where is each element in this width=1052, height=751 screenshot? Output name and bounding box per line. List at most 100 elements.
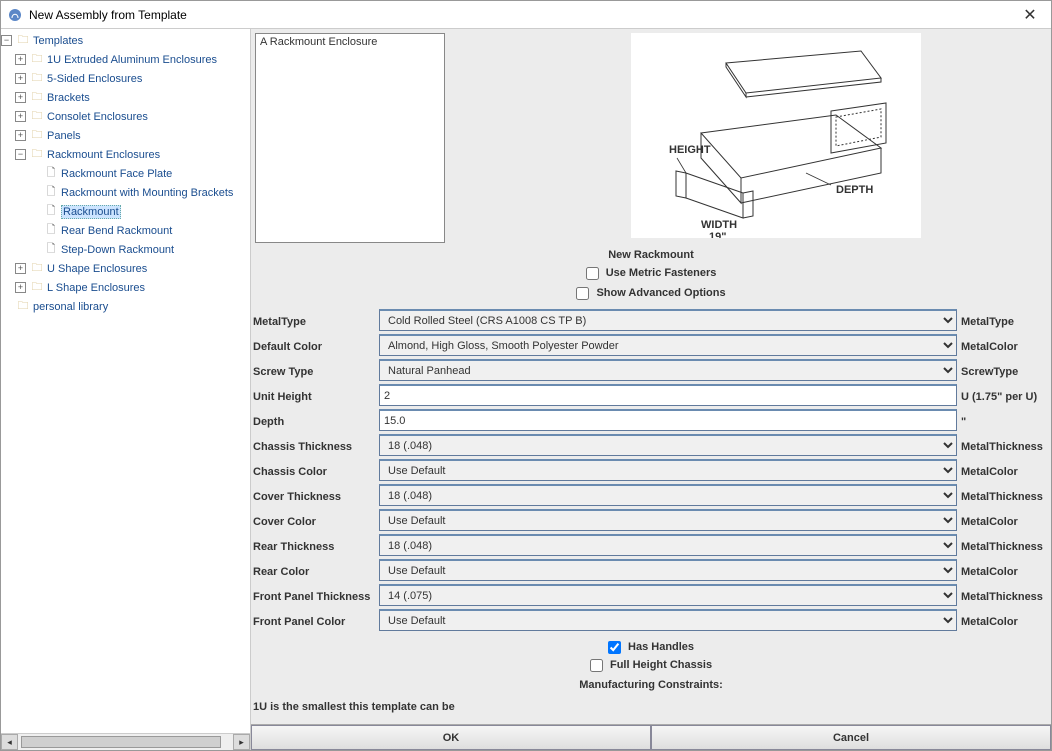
width-label: WIDTH: [701, 219, 737, 231]
horizontal-scrollbar[interactable]: ◂ ▸: [1, 733, 250, 750]
metric-fasteners-option[interactable]: Use Metric Fasteners: [251, 267, 1051, 280]
expand-icon[interactable]: +: [15, 54, 26, 65]
description-box: A Rackmount Enclosure: [255, 33, 445, 243]
scroll-left-button[interactable]: ◂: [1, 734, 18, 750]
tree-node[interactable]: +🗀Consolet Enclosures: [1, 107, 250, 126]
tree-leaf[interactable]: 🗋Rackmount with Mounting Brackets: [1, 183, 250, 202]
full-height-option[interactable]: Full Height Chassis: [251, 659, 1051, 672]
form-label: Rear Color: [251, 559, 379, 584]
form-suffix: ScrewType: [957, 359, 1049, 384]
collapse-icon[interactable]: −: [1, 35, 12, 46]
scroll-thumb[interactable]: [21, 736, 221, 748]
form-label: Cover Color: [251, 509, 379, 534]
form-label: Cover Thickness: [251, 484, 379, 509]
height-label: HEIGHT: [669, 144, 711, 156]
form-select[interactable]: Cold Rolled Steel (CRS A1008 CS TP B): [379, 309, 957, 331]
metric-label: Use Metric Fasteners: [606, 267, 717, 279]
tree-label: Brackets: [47, 92, 90, 104]
tree-leaf[interactable]: 🗋Rackmount: [1, 202, 250, 221]
expand-icon[interactable]: +: [15, 282, 26, 293]
form-suffix: U (1.75" per U): [957, 384, 1049, 409]
form-suffix: MetalThickness: [957, 584, 1049, 609]
tree-node[interactable]: +🗀U Shape Enclosures: [1, 259, 250, 278]
tree-node-rackmount-enclosures[interactable]: − 🗀 Rackmount Enclosures: [1, 145, 250, 164]
form-row: Depth": [251, 409, 1049, 434]
full-height-checkbox[interactable]: [590, 659, 603, 672]
tree-node[interactable]: +🗀Panels: [1, 126, 250, 145]
form-select[interactable]: Use Default: [379, 609, 957, 631]
form-row: Rear Thickness18 (.048)MetalThickness: [251, 534, 1049, 559]
form-select[interactable]: 18 (.048): [379, 434, 957, 456]
form-suffix: MetalThickness: [957, 484, 1049, 509]
metric-checkbox[interactable]: [586, 267, 599, 280]
has-handles-option[interactable]: Has Handles: [251, 641, 1051, 654]
has-handles-checkbox[interactable]: [608, 641, 621, 654]
tree-leaf[interactable]: 🗋Step-Down Rackmount: [1, 240, 250, 259]
expand-icon[interactable]: +: [15, 263, 26, 274]
file-icon: 🗋: [43, 183, 59, 202]
form-title: New Rackmount: [251, 249, 1051, 261]
form-suffix: MetalColor: [957, 509, 1049, 534]
form-select[interactable]: Use Default: [379, 509, 957, 531]
cancel-button[interactable]: Cancel: [651, 725, 1051, 750]
form-suffix: MetalThickness: [957, 434, 1049, 459]
form-select[interactable]: 18 (.048): [379, 484, 957, 506]
template-tree[interactable]: − 🗀 Templates +🗀1U Extruded Aluminum Enc…: [1, 29, 250, 733]
form-row: Chassis Thickness18 (.048)MetalThickness: [251, 434, 1049, 459]
properties-form: MetalTypeCold Rolled Steel (CRS A1008 CS…: [251, 309, 1051, 634]
folder-icon: 🗀: [15, 31, 31, 50]
form-row: Unit HeightU (1.75" per U): [251, 384, 1049, 409]
tree-label: Rackmount: [61, 205, 121, 219]
form-suffix: MetalThickness: [957, 534, 1049, 559]
tree-label: U Shape Enclosures: [47, 263, 147, 275]
tree-node[interactable]: +🗀L Shape Enclosures: [1, 278, 250, 297]
tree-label: L Shape Enclosures: [47, 282, 145, 294]
scroll-right-button[interactable]: ▸: [233, 734, 250, 750]
expand-icon[interactable]: +: [15, 92, 26, 103]
depth-label: DEPTH: [836, 184, 873, 196]
form-select[interactable]: Use Default: [379, 459, 957, 481]
description-text: A Rackmount Enclosure: [260, 36, 377, 48]
tree-leaf[interactable]: 🗋Rackmount Face Plate: [1, 164, 250, 183]
form-row: Cover ColorUse DefaultMetalColor: [251, 509, 1049, 534]
form-select[interactable]: Natural Panhead: [379, 359, 957, 381]
form-select[interactable]: Almond, High Gloss, Smooth Polyester Pow…: [379, 334, 957, 356]
tree-label: personal library: [33, 301, 108, 313]
advanced-checkbox[interactable]: [576, 287, 589, 300]
tree-node-personal-library[interactable]: 🗀 personal library: [1, 297, 250, 316]
form-label: Front Panel Color: [251, 609, 379, 634]
form-select[interactable]: 14 (.075): [379, 584, 957, 606]
expand-icon[interactable]: +: [15, 130, 26, 141]
tree-leaf[interactable]: 🗋Rear Bend Rackmount: [1, 221, 250, 240]
form-row: Rear ColorUse DefaultMetalColor: [251, 559, 1049, 584]
tree-label: Step-Down Rackmount: [61, 244, 174, 256]
tree-root-templates[interactable]: − 🗀 Templates: [1, 31, 250, 50]
folder-icon: 🗀: [15, 297, 31, 316]
form-label: Front Panel Thickness: [251, 584, 379, 609]
expand-icon[interactable]: +: [15, 111, 26, 122]
form-select[interactable]: Use Default: [379, 559, 957, 581]
mfg-constraints-label: Manufacturing Constraints:: [251, 679, 1051, 691]
tree-node[interactable]: +🗀Brackets: [1, 88, 250, 107]
form-row: Front Panel Thickness14 (.075)MetalThick…: [251, 584, 1049, 609]
ok-button[interactable]: OK: [251, 725, 651, 750]
form-input[interactable]: [379, 409, 957, 431]
tree-node[interactable]: +🗀5-Sided Enclosures: [1, 69, 250, 88]
tree-node[interactable]: +🗀1U Extruded Aluminum Enclosures: [1, 50, 250, 69]
advanced-options-option[interactable]: Show Advanced Options: [251, 287, 1051, 300]
close-button[interactable]: ✕: [1015, 5, 1045, 25]
collapse-icon[interactable]: −: [15, 149, 26, 160]
form-select[interactable]: 18 (.048): [379, 534, 957, 556]
form-label: MetalType: [251, 309, 379, 334]
folder-icon: 🗀: [29, 107, 45, 126]
expand-icon[interactable]: +: [15, 73, 26, 84]
dialog-window: New Assembly from Template ✕ − 🗀 Templat…: [0, 0, 1052, 751]
file-icon: 🗋: [43, 240, 59, 259]
form-row: Default ColorAlmond, High Gloss, Smooth …: [251, 334, 1049, 359]
form-suffix: MetalType: [957, 309, 1049, 334]
file-icon: 🗋: [43, 221, 59, 240]
form-row: MetalTypeCold Rolled Steel (CRS A1008 CS…: [251, 309, 1049, 334]
form-input[interactable]: [379, 384, 957, 406]
preview-image: HEIGHT DEPTH WIDTH 19": [631, 33, 921, 238]
folder-icon: 🗀: [29, 126, 45, 145]
